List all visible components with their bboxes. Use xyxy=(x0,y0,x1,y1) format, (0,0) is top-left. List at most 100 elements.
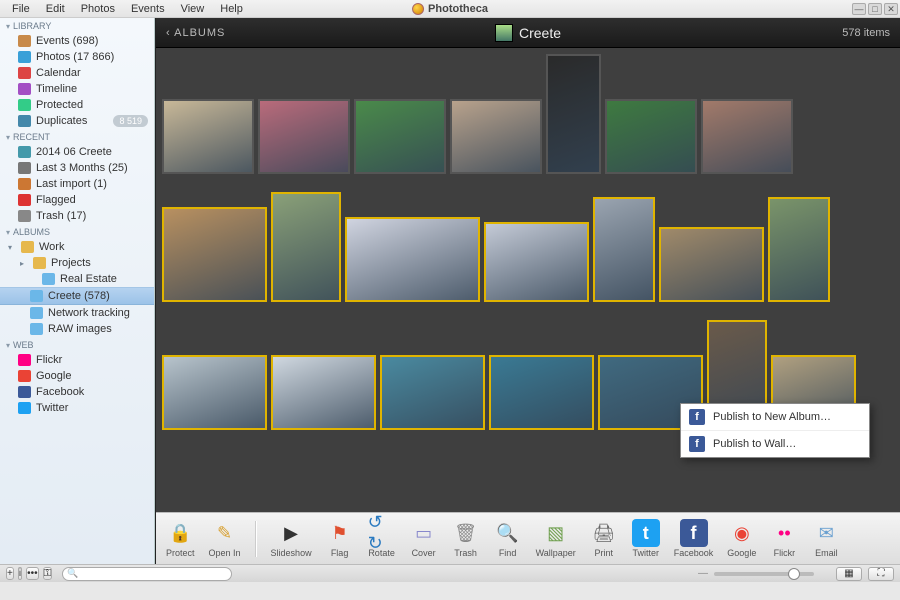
item-label: Timeline xyxy=(36,83,77,95)
content-pane: ‹ ALBUMS Creete 578 items f Publish to N… xyxy=(155,18,900,564)
photo-thumbnail[interactable] xyxy=(484,222,589,302)
context-menu-item-wall[interactable]: f Publish to Wall… xyxy=(681,431,869,457)
sidebar-item[interactable]: Timeline xyxy=(0,81,154,97)
sidebar-item[interactable]: Twitter xyxy=(0,400,154,416)
minimize-button[interactable]: — xyxy=(852,3,866,15)
toolbar-facebook-button[interactable]: fFacebook xyxy=(674,519,714,558)
google-icon: ◉ xyxy=(728,519,756,547)
toolbar-rotate-button[interactable]: ↺ ↻Rotate xyxy=(368,519,396,558)
photo-thumbnail[interactable] xyxy=(489,355,594,430)
zoom-out-icon[interactable]: — xyxy=(698,568,708,579)
section-albums[interactable]: ALBUMS xyxy=(0,224,154,239)
photo-thumbnail[interactable] xyxy=(701,99,793,174)
section-recent[interactable]: RECENT xyxy=(0,129,154,144)
sidebar-item[interactable]: Flickr xyxy=(0,352,154,368)
toolbar-flickr-button[interactable]: ••Flickr xyxy=(770,519,798,558)
toolbar-protect-button[interactable]: 🔒Protect xyxy=(166,519,195,558)
footer-button[interactable]: ⚿ xyxy=(43,567,53,580)
sidebar-item[interactable]: 2014 06 Creete xyxy=(0,144,154,160)
footer-button[interactable]: + xyxy=(6,567,14,580)
photo-thumbnail[interactable] xyxy=(593,197,655,302)
sidebar-item[interactable]: Creete (578) xyxy=(0,287,154,305)
close-button[interactable]: ✕ xyxy=(884,3,898,15)
sidebar-item[interactable]: Facebook xyxy=(0,384,154,400)
sidebar-item[interactable]: Network tracking xyxy=(0,305,154,321)
zoom-slider[interactable] xyxy=(714,572,814,576)
item-label: Trash (17) xyxy=(36,210,86,222)
photo-thumbnail[interactable] xyxy=(768,197,830,302)
sidebar-item[interactable]: Last import (1) xyxy=(0,176,154,192)
sidebar-item[interactable]: Google xyxy=(0,368,154,384)
toolbar-slideshow-button[interactable]: ▶Slideshow xyxy=(271,519,312,558)
view-mode-full[interactable]: ⛶ xyxy=(868,567,894,581)
photo-thumbnail[interactable] xyxy=(380,355,485,430)
sidebar-item[interactable]: ▸Projects xyxy=(0,255,154,271)
menu-help[interactable]: Help xyxy=(212,2,251,16)
toolbar-twitter-button[interactable]: tTwitter xyxy=(632,519,660,558)
toolbar-trash-button[interactable]: 🗑Trash xyxy=(452,519,480,558)
photo-thumbnail[interactable] xyxy=(345,217,480,302)
toolbar-email-button[interactable]: ✉Email xyxy=(812,519,840,558)
toolbar-label: Google xyxy=(727,548,756,558)
disclosure-icon[interactable]: ▾ xyxy=(8,243,16,252)
toolbar-find-button[interactable]: 🔍Find xyxy=(494,519,522,558)
sidebar-item[interactable]: Photos (17 866) xyxy=(0,49,154,65)
photo-thumbnail[interactable] xyxy=(354,99,446,174)
maximize-button[interactable]: □ xyxy=(868,3,882,15)
sidebar-item[interactable]: Last 3 Months (25) xyxy=(0,160,154,176)
photo-thumbnail[interactable] xyxy=(162,207,267,302)
flag-icon: ⚑ xyxy=(326,519,354,547)
photo-thumbnail[interactable] xyxy=(605,99,697,174)
sidebar-item[interactable]: Real Estate xyxy=(0,271,154,287)
item-icon xyxy=(18,370,31,382)
sidebar-item[interactable]: Protected xyxy=(0,97,154,113)
photo-thumbnail[interactable] xyxy=(258,99,350,174)
item-label: Network tracking xyxy=(48,307,130,319)
item-label: Twitter xyxy=(36,402,68,414)
thumb-row xyxy=(162,54,894,174)
sidebar-item[interactable]: Calendar xyxy=(0,65,154,81)
photo-thumbnail[interactable] xyxy=(546,54,601,174)
item-icon xyxy=(18,178,31,190)
sidebar-item[interactable]: Flagged xyxy=(0,192,154,208)
footer-button[interactable]: ••• xyxy=(26,567,39,580)
sidebar-item[interactable]: Events (698) xyxy=(0,33,154,49)
context-menu: f Publish to New Album… f Publish to Wal… xyxy=(680,403,870,458)
menu-file[interactable]: File xyxy=(4,2,38,16)
item-icon xyxy=(30,323,43,335)
footer-button[interactable]: i xyxy=(18,567,22,580)
sidebar-item[interactable]: Trash (17) xyxy=(0,208,154,224)
photo-thumbnail[interactable] xyxy=(162,355,267,430)
item-icon xyxy=(18,386,31,398)
sidebar-item[interactable]: ▾Work xyxy=(0,239,154,255)
photo-thumbnail[interactable] xyxy=(162,99,254,174)
back-to-albums[interactable]: ‹ ALBUMS xyxy=(166,27,225,39)
toolbar-wallpaper-button[interactable]: ▧Wallpaper xyxy=(536,519,576,558)
sidebar-item[interactable]: RAW images xyxy=(0,321,154,337)
menu-photos[interactable]: Photos xyxy=(73,2,123,16)
toolbar-flag-button[interactable]: ⚑Flag xyxy=(326,519,354,558)
photo-thumbnail[interactable] xyxy=(659,227,764,302)
menu-edit[interactable]: Edit xyxy=(38,2,73,16)
toolbar-label: Find xyxy=(499,548,517,558)
disclosure-icon[interactable]: ▸ xyxy=(20,259,28,268)
toolbar-google-button[interactable]: ◉Google xyxy=(727,519,756,558)
sidebar-item[interactable]: Duplicates8 519 xyxy=(0,113,154,129)
view-mode-grid[interactable]: ▦ xyxy=(836,567,862,581)
search-input[interactable]: 🔍 xyxy=(62,567,232,581)
item-label: Real Estate xyxy=(60,273,117,285)
toolbar-label: Flag xyxy=(331,548,349,558)
context-menu-item-new-album[interactable]: f Publish to New Album… xyxy=(681,404,869,431)
toolbar-open in-button[interactable]: ✎Open In xyxy=(209,519,241,558)
photo-thumbnail[interactable] xyxy=(271,355,376,430)
section-web[interactable]: WEB xyxy=(0,337,154,352)
menu-events[interactable]: Events xyxy=(123,2,173,16)
toolbar-print-button[interactable]: 🖨Print xyxy=(590,519,618,558)
thumbnail-grid[interactable]: f Publish to New Album… f Publish to Wal… xyxy=(156,48,900,512)
section-library[interactable]: LIBRARY xyxy=(0,18,154,33)
find-icon: 🔍 xyxy=(494,519,522,547)
photo-thumbnail[interactable] xyxy=(271,192,341,302)
toolbar-cover-button[interactable]: ▭Cover xyxy=(410,519,438,558)
photo-thumbnail[interactable] xyxy=(450,99,542,174)
menu-view[interactable]: View xyxy=(173,2,213,16)
